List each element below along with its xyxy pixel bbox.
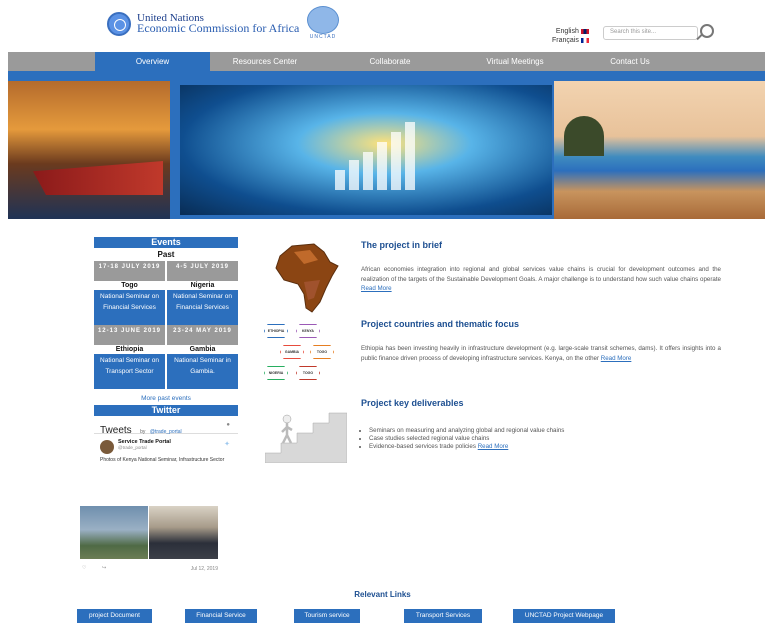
tweet-text: Photos of Kenya National Seminar, Infras… [100,457,225,463]
org-name[interactable]: United Nations Economic Commission for A… [137,13,300,35]
lang-french-label: Français [552,37,579,44]
event-link[interactable]: National Seminar on Financial Services [167,290,238,325]
lang-english-label: English [555,28,579,35]
avatar[interactable] [100,440,114,454]
event-link[interactable]: National Seminar in Gambia. [167,354,238,389]
language-switcher: English Français [552,27,589,45]
share-icon[interactable]: ↪ [102,565,106,571]
growth-bars [335,120,445,190]
tweet-author-handle[interactable]: @trade_portal [118,445,232,450]
link-tourism-service[interactable]: Tourism service [294,609,360,623]
brief-text: African economies integration into regio… [361,265,721,294]
list-item: Evidence-based services trade policies R… [369,443,721,451]
bar [377,142,387,190]
nav-underline [8,71,765,81]
deliverables-read-more-link[interactable]: Read More [478,443,509,450]
un-emblem-icon [307,6,339,34]
event-date: 12-13 JUNE 2019 [94,325,165,345]
bar [405,122,415,190]
hex-country: TOGO [296,366,320,380]
tweets-header: Tweets by @trade_portal ● [94,416,238,436]
nav-virtual-meetings[interactable]: Virtual Meetings [460,52,570,71]
lang-english[interactable]: English [552,27,589,36]
banner-port-image [8,81,170,219]
search-icon[interactable] [700,24,714,38]
heart-icon[interactable]: ♡ [82,565,86,571]
brief-body: African economies integration into regio… [361,266,721,283]
link-financial-service[interactable]: Financial Service [185,609,257,623]
relevant-links-heading: Relevant Links [354,590,411,599]
uk-flag-icon [580,28,589,34]
hex-country: ETHIOPIA [264,324,288,338]
banner-finance-image [180,85,552,215]
event-place: Gambia [167,345,238,354]
events-panel: Events Past 17-18 JULY 2019 4-5 JULY 201… [94,237,238,474]
stairs-figure-icon [265,412,347,463]
countries-read-more-link[interactable]: Read More [601,355,632,362]
event-date: 23-24 MAY 2019 [167,325,238,345]
deliverables-list: Seminars on measuring and analyzing glob… [361,427,721,451]
nav-overview[interactable]: Overview [95,52,210,71]
twitter-bird-icon[interactable]: ✦ [224,440,230,448]
tweet-item[interactable]: Service Trade Portal @trade_portal ✦ Pho… [94,434,238,474]
africa-map-icon [275,243,339,313]
events-heading: Events [94,237,238,248]
unctad-logo[interactable]: UNCTAD [305,6,341,40]
events-past-label: Past [157,250,175,259]
deliverable-text: Evidence-based services trade policies [369,443,476,450]
tweet-date[interactable]: Jul 12, 2019 [191,566,218,572]
country-hexagons: ETHIOPIA KENYA GAMBIA TOGO NIGERIA TOGO [262,320,334,384]
org-name-line2: Economic Commission for Africa [137,21,300,35]
twitter-heading: Twitter [94,405,238,416]
bar [349,160,359,190]
banner-beach-image [554,81,765,219]
bar [363,152,373,190]
bar [335,170,345,190]
events-grid: 17-18 JULY 2019 4-5 JULY 2019 Togo Niger… [94,261,238,389]
lang-french[interactable]: Français [552,36,589,45]
ship-shape [33,161,163,195]
tweet-photo-group[interactable] [80,506,148,559]
tweet-footer: ♡ ↪ Jul 12, 2019 [80,563,218,575]
search-input[interactable]: Search this site... [603,26,698,40]
hex-country: NIGERIA [264,366,288,380]
nav-contact-us[interactable]: Contact Us [570,52,690,71]
event-link[interactable]: National Seminar on Financial Services [94,290,165,325]
deliverables-title: Project key deliverables [361,398,464,408]
bar [391,132,401,190]
info-icon[interactable]: ● [226,422,230,428]
hex-country: TOGO [310,345,334,359]
countries-text: Ethiopia has been investing heavily in i… [361,344,721,363]
nav-collaborate[interactable]: Collaborate [320,52,460,71]
nav-resources-center[interactable]: Resources Center [210,52,320,71]
hex-country: GAMBIA [280,345,304,359]
countries-title: Project countries and thematic focus [361,319,520,329]
event-place: Nigeria [167,281,238,290]
brief-read-more-link[interactable]: Read More [361,285,392,292]
palm-shape [564,116,604,156]
site-header: United Nations Economic Commission for A… [0,0,765,52]
tweet-photos[interactable] [80,506,218,559]
link-project-document[interactable]: project Document [77,609,152,623]
france-flag-icon [580,37,589,43]
list-item: Case studies selected regional value cha… [369,435,721,443]
event-place: Ethiopia [94,345,165,354]
countries-body: Ethiopia has been investing heavily in i… [361,345,721,362]
brief-title: The project in brief [361,240,443,250]
link-unctad-project-webpage[interactable]: UNCTAD Project Webpage [513,609,615,623]
main-nav: Overview Resources Center Collaborate Vi… [8,52,765,71]
hex-country: KENYA [296,324,320,338]
un-logo-icon[interactable] [107,12,131,36]
event-link[interactable]: National Seminar on Transport Sector [94,354,165,389]
event-place: Togo [94,281,165,290]
tweet-photo-meeting[interactable] [149,506,218,559]
event-date: 17-18 JULY 2019 [94,261,165,281]
event-date: 4-5 JULY 2019 [167,261,238,281]
unctad-logo-text: UNCTAD [309,34,337,40]
list-item: Seminars on measuring and analyzing glob… [369,427,721,435]
hero-banner [8,81,765,219]
more-past-events-link[interactable]: More past events [94,393,238,405]
link-transport-services[interactable]: Transport Services [404,609,482,623]
